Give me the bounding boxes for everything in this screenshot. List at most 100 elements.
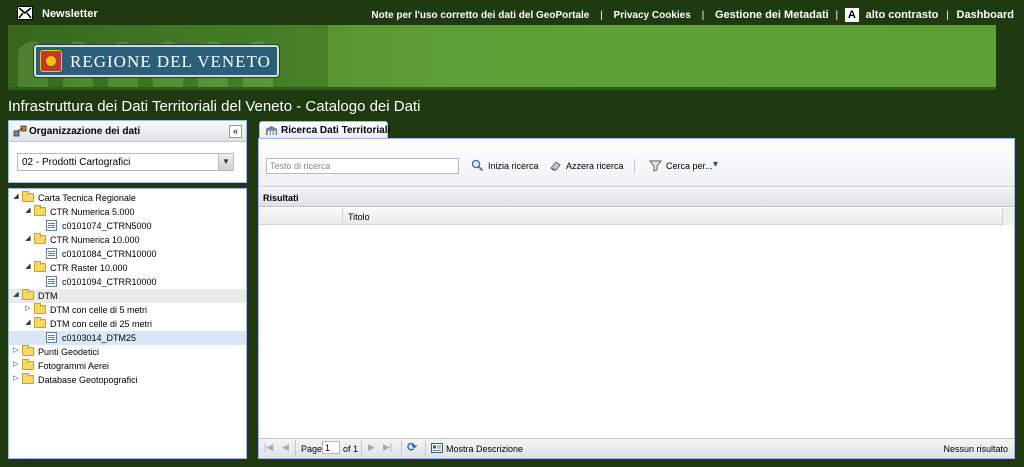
privacy-cookies-link[interactable]: Privacy Cookies — [614, 10, 691, 21]
tree-node[interactable]: c0101084_CTRN10000 — [9, 247, 246, 261]
tree-node-label: c0103014_DTM25 — [62, 333, 137, 343]
tree-node[interactable]: ◢ Carta Tecnica Regionale — [9, 191, 246, 205]
description-icon — [431, 443, 443, 453]
separator: | — [701, 9, 705, 21]
tree-node-label: CTR Numerica 10.000 — [50, 235, 140, 245]
column-header-blank[interactable] — [259, 208, 343, 225]
high-contrast-icon[interactable]: A — [844, 8, 859, 22]
paging-divider — [295, 440, 296, 456]
metadata-management-link[interactable]: Gestione dei Metadati — [715, 9, 829, 21]
tree-node-label: CTR Numerica 5.000 — [50, 207, 135, 217]
tab-search-territorial-data[interactable]: Ricerca Dati Territoriali — [259, 121, 391, 139]
expand-arrow-icon[interactable]: ▷ — [24, 304, 32, 312]
start-search-label: Inizia ricerca — [488, 161, 539, 171]
tree-node[interactable]: ◢ CTR Raster 10.000 — [9, 261, 246, 275]
search-by-label: Cerca per... — [666, 161, 713, 171]
folder-icon — [22, 373, 34, 384]
collapse-panel-button[interactable]: « — [229, 125, 242, 138]
separator: | — [946, 9, 949, 21]
toolbar-divider — [634, 159, 635, 173]
lion-crest-icon — [40, 50, 62, 72]
prev-page-button[interactable]: ◀ — [282, 442, 289, 456]
reset-search-label: Azzera ricerca — [566, 161, 624, 171]
results-header: Risultati — [259, 188, 1014, 207]
refresh-icon[interactable]: ⟳ — [407, 440, 417, 454]
high-contrast-link[interactable]: alto contrasto — [866, 9, 939, 21]
folder-icon — [34, 317, 46, 328]
tree-node-label: DTM — [38, 291, 58, 301]
tree-node[interactable]: ◢ DTM con celle di 25 metri — [9, 317, 246, 331]
tree-node[interactable]: c0101094_CTRR10000 — [9, 275, 246, 289]
eraser-icon — [550, 161, 561, 171]
first-page-button[interactable]: |◀ — [264, 442, 273, 456]
tree-node-label: c0101094_CTRR10000 — [62, 277, 157, 287]
banner-divider — [8, 87, 996, 90]
newsletter-icon[interactable] — [17, 6, 33, 20]
catalog-tree: ◢ Carta Tecnica Regionale ◢ CTR Numerica 5.… — [8, 188, 247, 459]
show-description-label: Mostra Descrizione — [446, 444, 524, 454]
paging-divider — [361, 440, 362, 456]
page-title: Infrastruttura dei Dati Territoriali del… — [8, 98, 421, 115]
collapse-arrow-icon[interactable]: ◢ — [12, 290, 20, 298]
tree-node[interactable]: ◢ CTR Numerica 5.000 — [9, 205, 246, 219]
tree-node[interactable]: c0101074_CTRN5000 — [9, 219, 246, 233]
organization-icon — [13, 125, 27, 137]
tree-node-label: Fotogrammi Aerei — [38, 361, 110, 371]
layer-icon — [46, 248, 57, 259]
tree-node-label: DTM con celle di 25 metri — [50, 319, 153, 329]
newsletter-link[interactable]: Newsletter — [42, 8, 98, 20]
collapse-arrow-icon[interactable]: ◢ — [24, 318, 32, 326]
tree-node-label: Carta Tecnica Regionale — [38, 193, 136, 203]
folder-icon — [34, 233, 46, 244]
last-page-button[interactable]: ▶| — [383, 442, 392, 456]
tree-node[interactable]: ▷ Database Geotopografici — [9, 373, 246, 387]
dashboard-link[interactable]: Dashboard — [957, 9, 1014, 21]
next-page-button[interactable]: ▶ — [368, 442, 375, 456]
chevron-down-icon[interactable]: ▼ — [218, 154, 233, 170]
search-input[interactable] — [266, 158, 459, 174]
usage-notes-link[interactable]: Note per l'uso corretto dei dati del Geo… — [371, 10, 589, 21]
column-header-title[interactable]: Titolo — [348, 212, 370, 222]
tree-node[interactable]: ▷ Punti Geodetici — [9, 345, 246, 359]
collapse-arrow-icon[interactable]: ◢ — [24, 206, 32, 214]
tree-node-label: c0101084_CTRN10000 — [62, 249, 157, 259]
page-label: Page — [301, 444, 323, 454]
results-title: Risultati — [263, 193, 299, 203]
folder-icon — [22, 359, 34, 370]
tree-node[interactable]: ◢ DTM — [9, 289, 246, 303]
folder-icon — [22, 289, 34, 300]
header-banner: REGIONE DEL VENETO — [8, 25, 996, 90]
category-select[interactable]: 02 - Prodotti Cartografici ▼ — [17, 153, 234, 171]
paging-divider — [425, 440, 426, 456]
expand-arrow-icon[interactable]: ▷ — [12, 374, 20, 382]
page-count: of 1 — [343, 444, 359, 454]
collapse-arrow-icon[interactable]: ◢ — [24, 234, 32, 242]
tree-node[interactable]: ▷ Fotogrammi Aerei — [9, 359, 246, 373]
tree-node[interactable]: c0103014_DTM25 — [9, 331, 246, 345]
search-panel: Inizia ricerca Azzera ricerca Cerca per.… — [258, 138, 1015, 459]
logo-text: REGIONE DEL VENETO — [70, 52, 271, 71]
top-links: Note per l'uso corretto dei dati del Geo… — [371, 8, 1014, 22]
dropdown-arrow-icon: ▾ — [713, 159, 719, 170]
results-status: Nessun risultato — [943, 444, 1008, 454]
panel-header: Organizzazione dei dati « — [9, 121, 246, 142]
layer-icon — [46, 220, 57, 231]
expand-arrow-icon[interactable]: ▷ — [12, 360, 20, 368]
expand-arrow-icon[interactable]: ▷ — [12, 346, 20, 354]
tab-label: Ricerca Dati Territoriali — [281, 125, 391, 136]
page-number-input[interactable] — [322, 441, 340, 454]
tree-node[interactable]: ▷ DTM con celle di 5 metri — [9, 303, 246, 317]
folder-icon — [34, 205, 46, 216]
tree-node[interactable]: ◢ CTR Numerica 10.000 — [9, 233, 246, 247]
top-bar: Newsletter Note per l'uso corretto dei d… — [0, 0, 1024, 25]
collapse-arrow-icon[interactable]: ◢ — [12, 192, 20, 200]
paging-toolbar: |◀ ◀ Page of 1 ▶ ▶| ⟳ Mostra Descrizione… — [259, 438, 1014, 458]
folder-icon — [22, 345, 34, 356]
collapse-arrow-icon[interactable]: ◢ — [24, 262, 32, 270]
tree-node-label: Database Geotopografici — [38, 375, 138, 385]
search-icon — [471, 159, 484, 172]
layer-icon — [46, 276, 57, 287]
regione-veneto-logo[interactable]: REGIONE DEL VENETO — [34, 45, 279, 77]
panel-title: Organizzazione dei dati — [29, 126, 141, 137]
tree-node-label: Punti Geodetici — [38, 347, 100, 357]
